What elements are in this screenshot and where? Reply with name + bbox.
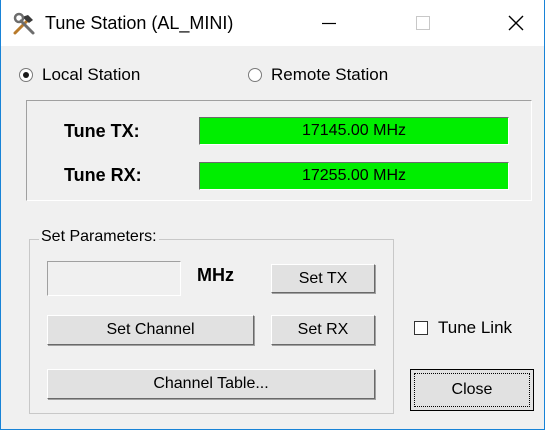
radio-selected-indicator (19, 68, 33, 82)
maximize-icon (416, 16, 430, 30)
minimize-button[interactable] (301, 0, 357, 46)
maximize-button[interactable] (395, 0, 451, 46)
tune-tx-label: Tune TX: (64, 121, 140, 141)
close-button[interactable]: Close (410, 369, 534, 411)
local-station-radio[interactable]: Local Station (19, 64, 140, 86)
focus-rectangle (414, 373, 530, 407)
tune-link-checkbox[interactable]: Tune Link (414, 318, 512, 338)
tune-tx-display: 17145.00 MHz (199, 117, 509, 145)
set-rx-button[interactable]: Set RX (271, 315, 375, 345)
radio-unselected-indicator (248, 68, 262, 82)
tune-rx-display: 17255.00 MHz (199, 162, 509, 190)
minimize-icon (322, 22, 336, 25)
close-icon (508, 15, 524, 31)
remote-station-label: Remote Station (271, 65, 389, 84)
set-tx-button[interactable]: Set TX (271, 264, 375, 293)
checkbox-box (414, 321, 428, 335)
set-parameters-label: Set Parameters: (39, 228, 159, 246)
hammer-wrench-icon (13, 12, 35, 35)
tune-station-window: Tune Station (AL_MINI) Local Station Rem… (0, 0, 545, 430)
tune-link-label: Tune Link (438, 318, 513, 337)
title-bar: Tune Station (AL_MINI) (1, 0, 544, 46)
mhz-unit-label: MHz (197, 265, 234, 285)
set-channel-button[interactable]: Set Channel (47, 315, 254, 345)
remote-station-radio[interactable]: Remote Station (248, 64, 388, 86)
tune-rx-label: Tune RX: (64, 165, 142, 185)
close-window-button[interactable] (488, 0, 544, 46)
frequency-input[interactable] (47, 261, 181, 296)
window-title: Tune Station (AL_MINI) (45, 13, 234, 33)
channel-table-button[interactable]: Channel Table... (47, 369, 375, 399)
local-station-label: Local Station (42, 65, 141, 84)
